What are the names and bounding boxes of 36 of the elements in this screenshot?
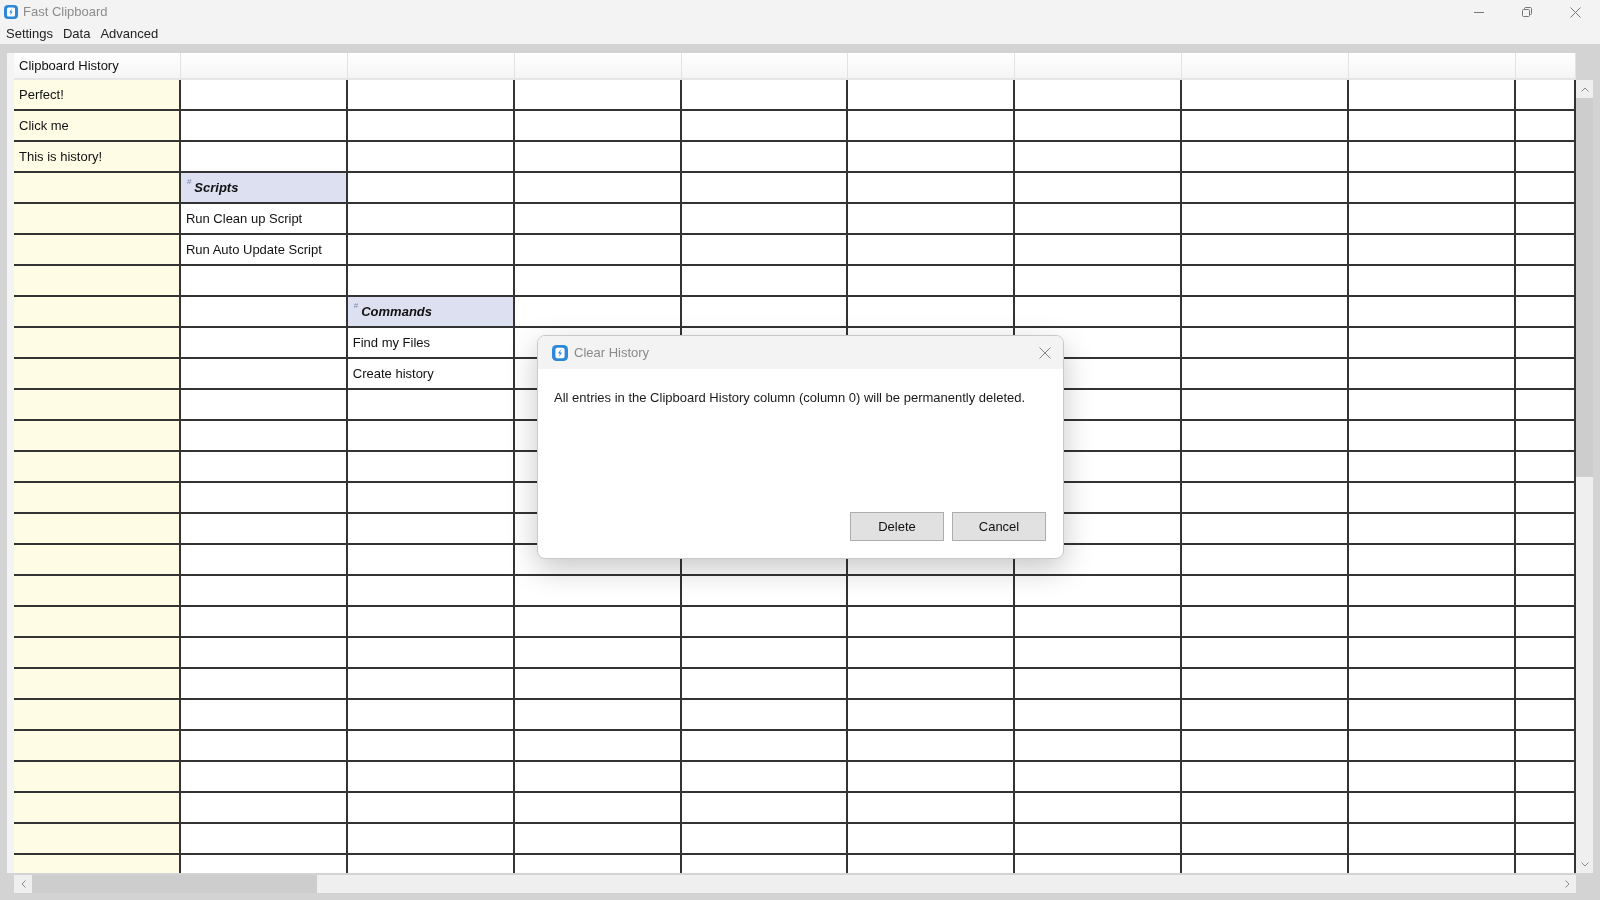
chevron-up-icon[interactable]	[1580, 86, 1589, 92]
dialog-button[interactable]: Delete	[850, 512, 944, 541]
scrollbar-thumb[interactable]	[1576, 98, 1593, 477]
menu-item[interactable]: Settings	[6, 24, 53, 44]
hash-mark: #	[353, 302, 359, 310]
dialog-message: All entries in the Clipboard History column (column 0) will be permanently deleted.	[554, 389, 1027, 407]
menu-item[interactable]: Advanced	[100, 24, 159, 44]
group-header[interactable]: # Commands	[347, 297, 515, 328]
window-title: Fast Clipboard	[23, 3, 108, 22]
menu-item[interactable]: Data	[63, 24, 91, 44]
scrollbar-track[interactable]	[14, 875, 1576, 893]
minimize-icon[interactable]	[1474, 11, 1484, 13]
close-icon[interactable]	[1569, 6, 1581, 18]
grid-cell[interactable]: Perfect!	[14, 80, 181, 111]
scrollbar-thumb[interactable]	[32, 875, 317, 893]
dialog-button[interactable]: Cancel	[952, 512, 1046, 541]
hash-mark: #	[186, 178, 192, 186]
chevron-right-icon[interactable]	[1564, 880, 1570, 888]
dialog-title: Clear History	[574, 343, 650, 362]
grid-cell[interactable]: Run Auto Update Script	[180, 235, 348, 266]
grid-cell[interactable]: Find my Files	[347, 328, 515, 359]
close-icon[interactable]	[1039, 346, 1051, 359]
grid-cell[interactable]: Create history	[347, 359, 515, 390]
grid-cell[interactable]: This is history!	[14, 142, 181, 173]
bolt-tile-icon	[552, 344, 568, 361]
scrollbar-track[interactable]	[1576, 80, 1593, 873]
chevron-down-icon[interactable]	[1580, 861, 1589, 867]
group-title: Scripts	[194, 178, 239, 197]
grid-cell[interactable]: Click me	[14, 111, 181, 142]
group-header[interactable]: # Scripts	[180, 173, 348, 204]
grid-cell[interactable]: Run Clean up Script	[180, 204, 348, 235]
column-header: Clipboard History	[14, 53, 181, 80]
restore-icon[interactable]	[1522, 7, 1532, 17]
chevron-left-icon[interactable]	[20, 880, 26, 888]
group-title: Commands	[361, 302, 433, 321]
bolt-tile-icon	[4, 5, 18, 19]
